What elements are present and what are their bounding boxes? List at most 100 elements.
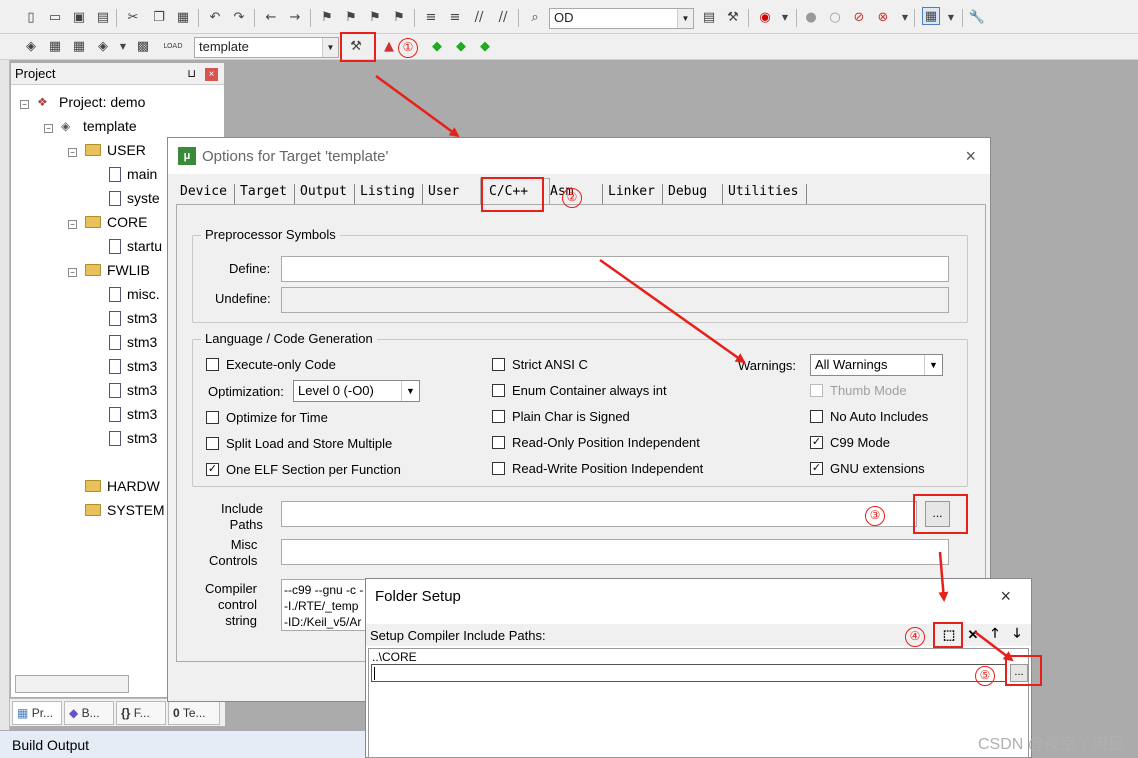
checkbox-checked[interactable]: ✓ (810, 436, 823, 449)
define-input[interactable] (281, 256, 949, 282)
gnu-extensions-checkbox[interactable]: ✓ GNU extensions (810, 461, 925, 476)
tree-item-file[interactable]: stm3 (109, 382, 157, 398)
tab-user[interactable]: User (428, 184, 459, 204)
manage-rte-icon[interactable]: ◆ (452, 37, 470, 55)
tree-item-file[interactable]: startu (109, 238, 162, 254)
optimize-time-checkbox[interactable]: Optimize for Time (206, 410, 328, 425)
pin-icon[interactable]: ⊔ (187, 67, 196, 80)
open-folder-icon[interactable]: ▭ (46, 8, 64, 26)
checkbox-box[interactable] (206, 437, 219, 450)
checkbox-box[interactable] (206, 411, 219, 424)
move-up-icon[interactable]: 🡑 (986, 625, 1004, 644)
new-file-icon[interactable]: ▯ (22, 8, 40, 26)
tree-expander[interactable]: − (68, 220, 77, 229)
tree-item-group[interactable]: FWLIB (85, 262, 150, 278)
batch-build-icon[interactable]: ◈ (94, 37, 112, 55)
tree-expander[interactable]: − (68, 148, 77, 157)
chevron-down-icon[interactable]: ▼ (924, 355, 942, 375)
ro-pi-checkbox[interactable]: Read-Only Position Independent (492, 435, 700, 450)
close-icon[interactable]: × (965, 146, 976, 167)
tree-item-group[interactable]: USER (85, 142, 146, 158)
plain-char-checkbox[interactable]: Plain Char is Signed (492, 409, 630, 424)
warnings-select[interactable]: All Warnings ▼ (810, 354, 943, 376)
translate-icon[interactable]: ◈ (22, 37, 40, 55)
save-all-icon[interactable]: ▤ (94, 8, 112, 26)
chevron-down-icon[interactable]: ▼ (942, 8, 960, 26)
breakpoint-enable-icon[interactable]: ○ (826, 8, 844, 26)
tab-templates[interactable]: 0 Te... (168, 701, 220, 725)
path-item[interactable]: ..\CORE (372, 650, 417, 664)
one-elf-checkbox[interactable]: ✓ One ELF Section per Function (206, 462, 401, 477)
move-down-icon[interactable]: 🡓 (1008, 625, 1026, 644)
device-combo[interactable]: OD ▼ (549, 8, 694, 29)
tab-device[interactable]: Device (180, 184, 227, 204)
tree-item-file[interactable]: stm3 (109, 430, 157, 446)
tab-linker[interactable]: Linker (608, 184, 655, 204)
save-icon[interactable]: ▣ (70, 8, 88, 26)
tab-functions[interactable]: {} F... (116, 701, 166, 725)
stop-build-icon[interactable]: ▩ (134, 37, 152, 55)
checkbox-box[interactable] (492, 358, 505, 371)
load-icon[interactable]: LOAD (163, 37, 182, 55)
nav-back-icon[interactable]: ← (262, 8, 280, 26)
tree-expander[interactable]: − (20, 100, 29, 109)
tree-expander[interactable]: − (44, 124, 53, 133)
configure-icon[interactable]: 🔧 (968, 8, 986, 26)
cut-icon[interactable]: ✂ (124, 8, 142, 26)
chevron-down-icon[interactable]: ▼ (114, 37, 132, 55)
indent-icon[interactable]: ≡ (422, 8, 440, 26)
paste-icon[interactable]: ▦ (174, 8, 192, 26)
tab-utilities[interactable]: Utilities (728, 184, 798, 204)
tab-project[interactable]: ▦ Pr... (12, 701, 62, 725)
copy-icon[interactable]: ❐ (150, 8, 168, 26)
undefine-input[interactable] (281, 287, 949, 313)
comment-icon[interactable]: // (470, 8, 488, 26)
tab-debug[interactable]: Debug (668, 184, 707, 204)
tab-output[interactable]: Output (300, 184, 347, 204)
misc-controls-input[interactable] (281, 539, 949, 565)
tree-item-group[interactable]: HARDW (85, 478, 160, 494)
tree-item-file[interactable]: syste (109, 190, 160, 206)
select-packs-icon[interactable]: ◆ (428, 37, 446, 55)
redo-icon[interactable]: ↷ (230, 8, 248, 26)
manage-project-items-icon[interactable]: ▲ (380, 37, 398, 55)
close-icon[interactable]: × (1000, 586, 1011, 607)
pack-installer-icon[interactable]: ◆ (476, 37, 494, 55)
checkbox-box[interactable] (492, 462, 505, 475)
execute-only-checkbox[interactable]: Execute-only Code (206, 357, 336, 372)
breakpoint-kill-icon[interactable]: ⊗ (874, 8, 892, 26)
bookmark-icon[interactable]: ⚑ (318, 8, 336, 26)
tree-item-file[interactable]: misc. (109, 286, 160, 302)
unindent-icon[interactable]: ≡ (446, 8, 464, 26)
checkbox-box[interactable] (492, 436, 505, 449)
c99-mode-checkbox[interactable]: ✓ C99 Mode (810, 435, 890, 450)
enum-container-checkbox[interactable]: Enum Container always int (492, 383, 667, 398)
optimization-select[interactable]: Level 0 (-O0) ▼ (293, 380, 420, 402)
checkbox-box[interactable] (810, 410, 823, 423)
tree-item-file[interactable]: stm3 (109, 334, 157, 350)
window-layout-icon[interactable]: ▦ (922, 7, 940, 25)
tree-item-group[interactable]: SYSTEM (85, 502, 165, 518)
find-in-files-icon[interactable]: ⌕ (526, 8, 544, 26)
chevron-down-icon[interactable]: ▼ (896, 8, 914, 26)
debug-start-icon[interactable]: ◉ (756, 8, 774, 26)
tree-item-file[interactable]: stm3 (109, 406, 157, 422)
chevron-down-icon[interactable]: ▼ (677, 9, 693, 28)
tab-target[interactable]: Target (240, 184, 287, 204)
tree-item-group[interactable]: CORE (85, 214, 147, 230)
tree-item-target[interactable]: ◈ template (61, 118, 137, 134)
tab-books[interactable]: ◆ B... (64, 701, 114, 725)
chevron-down-icon[interactable]: ▼ (776, 8, 794, 26)
incremental-find-icon[interactable]: ▤ (700, 8, 718, 26)
tree-item-file[interactable]: stm3 (109, 310, 157, 326)
checkbox-box[interactable] (492, 410, 505, 423)
chevron-down-icon[interactable]: ▼ (322, 38, 338, 57)
tree-expander[interactable]: − (68, 268, 77, 277)
target-combo[interactable]: template ▼ (194, 37, 339, 58)
rebuild-icon[interactable]: ▦ (70, 37, 88, 55)
breakpoint-insert-icon[interactable]: ● (802, 8, 820, 26)
path-edit-input[interactable] (371, 664, 1007, 682)
tree-item-file[interactable]: main (109, 166, 157, 182)
no-auto-includes-checkbox[interactable]: No Auto Includes (810, 409, 928, 424)
checkbox-box[interactable] (492, 384, 505, 397)
